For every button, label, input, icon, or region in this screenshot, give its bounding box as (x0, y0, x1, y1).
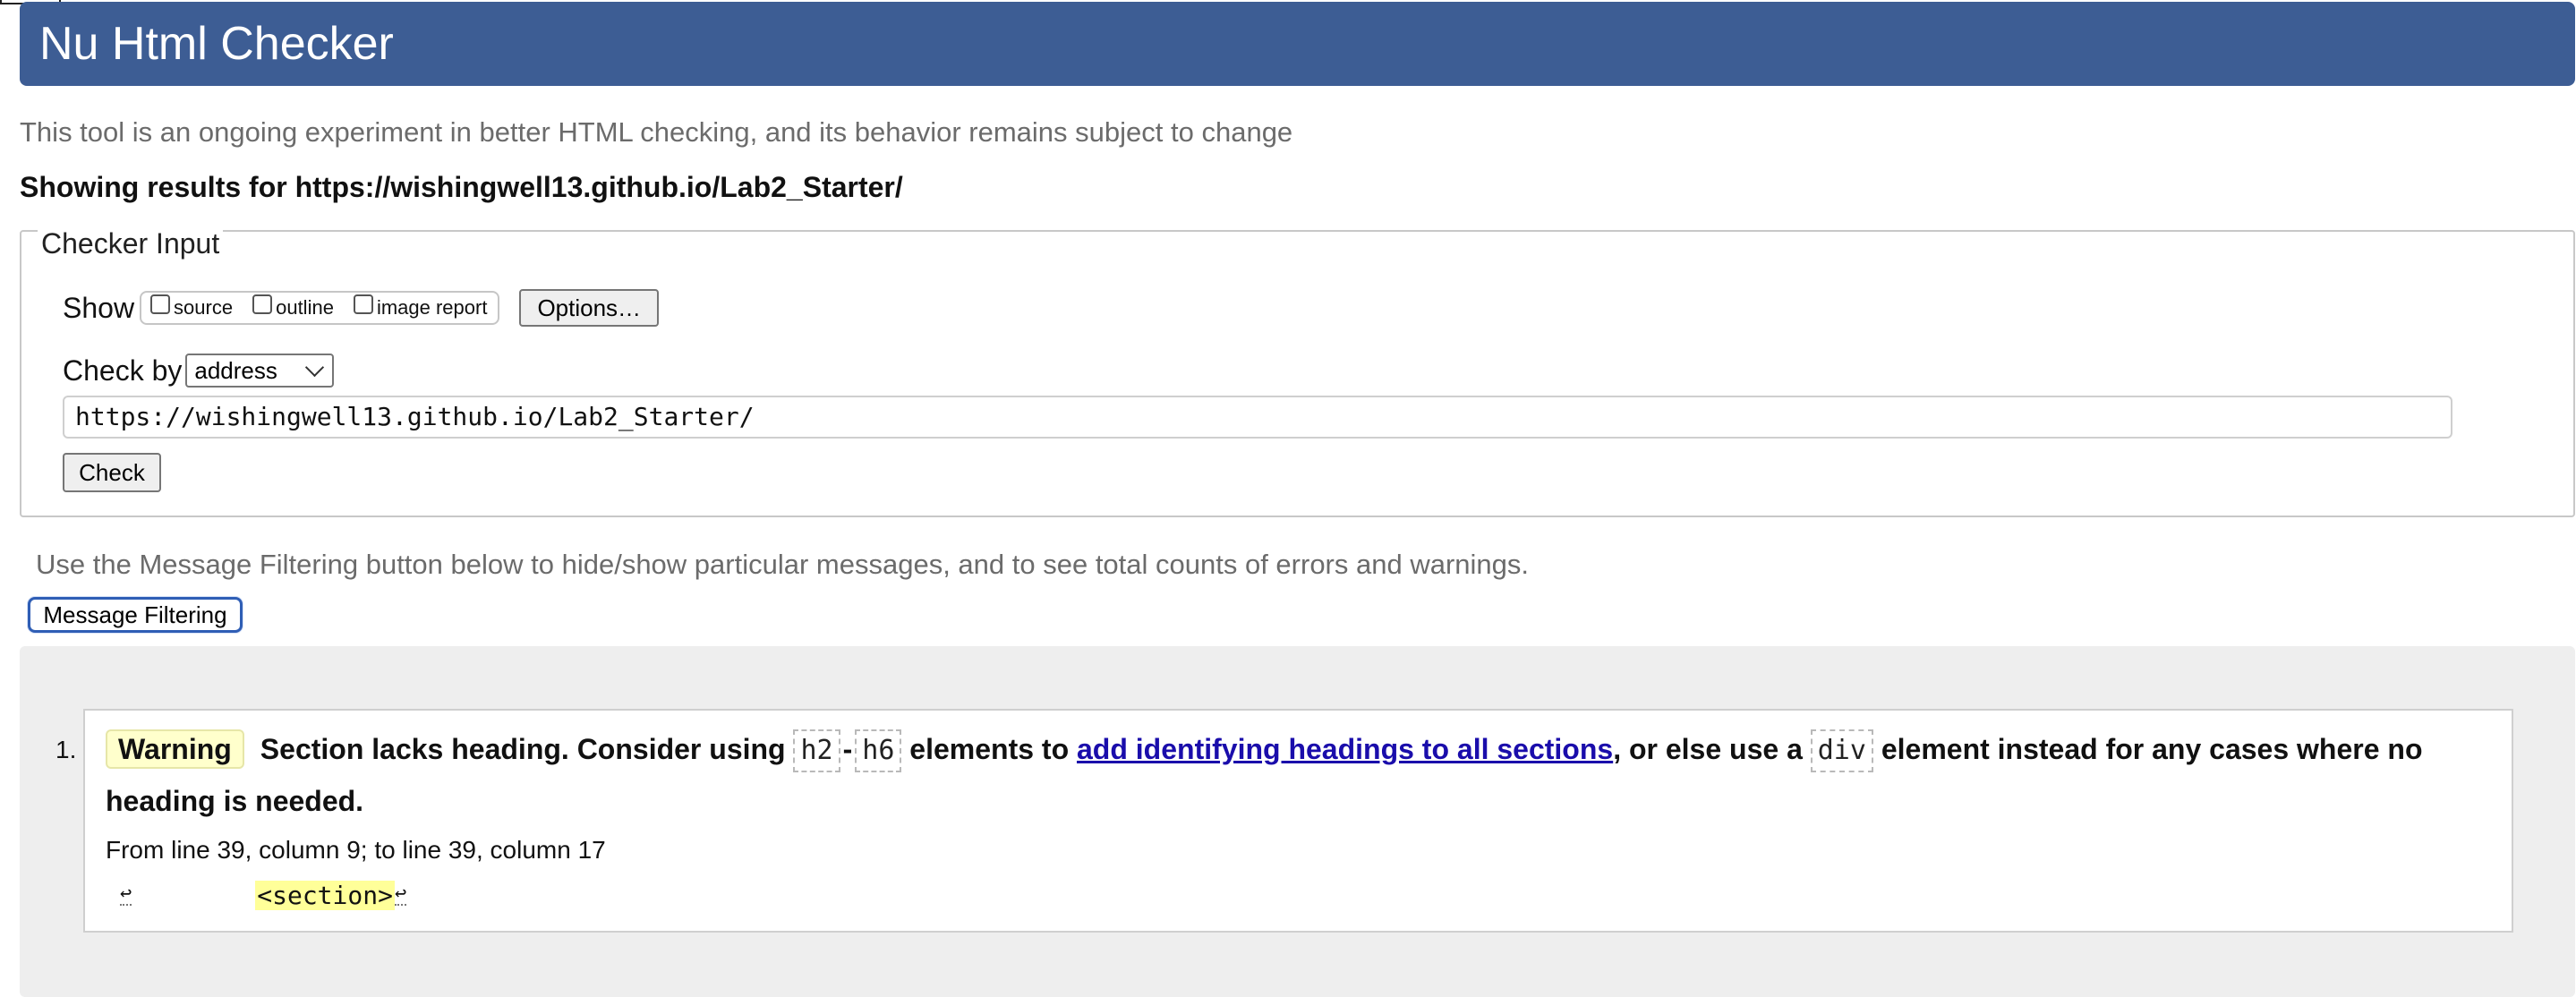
source-checkbox[interactable] (150, 294, 171, 314)
source-option[interactable]: source (150, 294, 234, 320)
identifying-headings-link[interactable]: add identifying headings to all sections (1077, 733, 1613, 765)
message-text: Warning Section lacks heading. Consider u… (106, 723, 2504, 827)
code-h6: h6 (855, 729, 902, 772)
page-title: Nu Html Checker (39, 18, 394, 70)
checker-input-fieldset (20, 230, 2575, 517)
message-filtering-hint: Use the Message Filtering button below t… (36, 549, 1530, 580)
url-input[interactable]: https://wishingwell13.github.io/Lab2_Sta… (63, 396, 2452, 439)
options-button[interactable]: Options… (519, 289, 660, 327)
check-button[interactable]: Check (63, 453, 161, 492)
show-options-row: Show source outline image report Options… (63, 286, 660, 329)
source-extract: ↩ <section> ↩ (120, 877, 407, 913)
outline-checkbox[interactable] (252, 294, 273, 314)
extract-highlight: <section> (255, 880, 395, 910)
check-by-selected-value: address (194, 356, 277, 384)
check-by-label: Check by (63, 354, 183, 387)
message-location: From line 39, column 9; to line 39, colu… (106, 836, 606, 864)
image-report-checkbox-label: image report (376, 296, 488, 319)
intro-text: This tool is an ongoing experiment in be… (20, 116, 1293, 148)
image-report-option[interactable]: image report (353, 294, 488, 320)
outline-option[interactable]: outline (252, 294, 334, 320)
check-by-row: Check by address (63, 351, 335, 390)
page-header: Nu Html Checker (20, 2, 2575, 86)
checker-input-legend: Checker Input (38, 226, 224, 261)
message-text-part-1: Section lacks heading. Consider using (260, 733, 786, 765)
line-feed-icon: ↩ (394, 882, 407, 906)
outline-checkbox-label: outline (276, 296, 334, 319)
show-checkbox-group: source outline image report (140, 291, 500, 325)
code-dash: - (842, 733, 853, 765)
chevron-down-icon (305, 357, 325, 377)
image-report-checkbox[interactable] (353, 294, 373, 314)
line-feed-icon: ↩ (120, 882, 132, 906)
showing-results-heading: Showing results for https://wishingwell1… (20, 171, 903, 203)
message-text-part-2: elements to (909, 733, 1070, 765)
show-label: Show (63, 291, 135, 324)
code-div: div (1810, 729, 1873, 772)
warning-badge: Warning (106, 729, 244, 769)
message-filtering-button[interactable]: Message Filtering (28, 597, 243, 633)
message-number: 1. (55, 736, 77, 763)
source-checkbox-label: source (174, 296, 234, 319)
check-by-select[interactable]: address (185, 354, 335, 388)
message-text-part-3: , or else use a (1613, 733, 1803, 765)
code-h2: h2 (793, 729, 840, 772)
